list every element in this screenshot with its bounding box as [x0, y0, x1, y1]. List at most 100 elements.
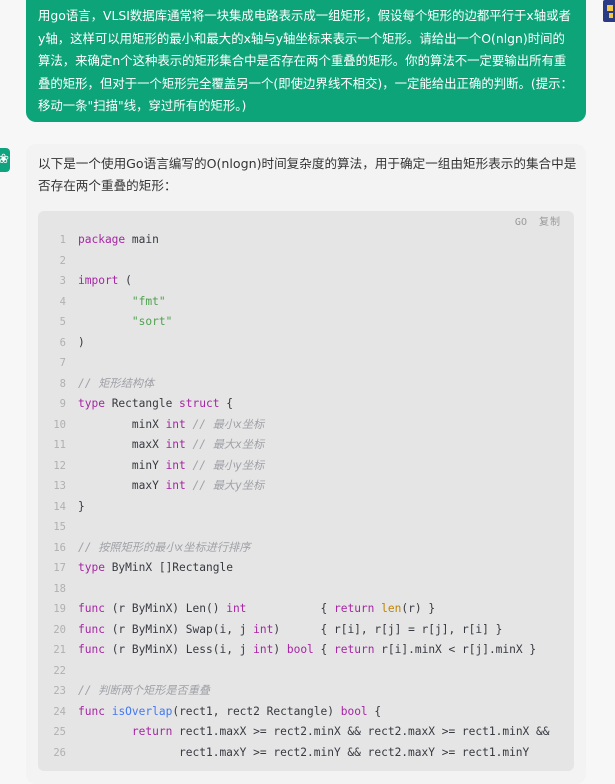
line-number: 25 — [53, 726, 66, 738]
code-token: rect1.maxY >= rect2.minY && rect2.maxY >… — [78, 745, 530, 759]
code-line: 7 — [38, 353, 574, 374]
line-number: 19 — [53, 603, 66, 615]
code-line: 9 type Rectangle struct { — [38, 394, 574, 415]
code-token: ( — [118, 274, 132, 287]
code-token: { — [219, 397, 233, 410]
line-number: 23 — [53, 685, 66, 697]
line-number: 10 — [53, 418, 66, 431]
code-line: 20 func (r ByMinX) Swap(i, j int) { r[i],… — [38, 620, 574, 641]
code-token: // 判断两个矩形是否重叠 — [78, 684, 211, 697]
code-line: 17 type ByMinX []Rectangle — [38, 558, 574, 579]
code-line: 6) — [38, 333, 574, 354]
code-token: return — [131, 725, 173, 738]
copy-code-button[interactable]: 复制 — [539, 217, 561, 228]
code-token: len — [381, 602, 402, 615]
code-line: 8 // 矩形结构体 — [38, 374, 574, 395]
code-line: 5 "sort" — [38, 312, 574, 333]
code-token: func — [78, 622, 105, 636]
code-token: ) { r[i], r[j] = r[j], r[i] } — [273, 622, 503, 636]
code-token: // 最小x坐标 — [185, 417, 265, 431]
line-number: 20 — [53, 623, 66, 636]
code-token: int — [165, 438, 186, 451]
code-block: GO 复制 1 package main 2 3 import (4 "fmt" 5 "s… — [38, 211, 574, 771]
line-number: 26 — [53, 746, 66, 759]
code-token: isOverlap — [111, 704, 173, 718]
code-token: func — [78, 643, 105, 656]
code-token: import — [78, 274, 119, 287]
code-token: { — [313, 643, 335, 656]
code-toolbar: GO 复制 — [509, 215, 561, 231]
code-token: // 最大y坐标 — [185, 479, 265, 492]
line-number: 6 — [59, 336, 66, 349]
line-number: 15 — [53, 521, 66, 533]
line-number: 5 — [59, 316, 66, 328]
code-token: ) — [78, 335, 85, 349]
line-number: 17 — [53, 562, 66, 574]
code-token: rect1.maxX >= rect2.minX && rect2.maxX >… — [172, 725, 550, 738]
code-line: 12 minY int // 最小y坐标 — [38, 456, 574, 477]
code-token: { — [367, 704, 382, 718]
assistant-intro-text: 以下是一个使用Go语言编写的O(nlogn)时间复杂度的算法，用于确定一组由矩形… — [38, 156, 577, 193]
code-lines: 1 package main 2 3 import (4 "fmt" 5 "sort" 6)… — [38, 230, 574, 763]
line-number: 24 — [53, 705, 66, 718]
code-line: 24 func isOverlap(rect1, rect2 Rectangle)… — [38, 702, 574, 723]
line-number: 21 — [53, 644, 66, 656]
line-number: 22 — [53, 664, 66, 677]
line-number: 16 — [53, 541, 66, 554]
code-token: (r ByMinX) Less(i, j — [104, 643, 254, 656]
code-token: // 最大x坐标 — [185, 438, 265, 451]
code-token: maxX — [78, 438, 166, 451]
line-number: 3 — [59, 275, 66, 287]
user-avatar — [603, 0, 615, 22]
code-token: r[i].minX < r[j].minX } — [374, 643, 537, 656]
code-token: main — [125, 233, 159, 246]
code-token: func — [78, 602, 105, 615]
line-number: 11 — [53, 439, 66, 451]
code-line: 4 "fmt" — [38, 292, 574, 313]
code-line: 22 — [38, 661, 574, 682]
line-number: 7 — [59, 357, 66, 369]
code-line: 16 // 按照矩形的最小x坐标进行排序 — [38, 538, 574, 559]
code-line: 11 maxX int // 最大x坐标 — [38, 435, 574, 456]
code-line: 2 — [38, 251, 574, 272]
code-token: Rectangle — [104, 397, 180, 410]
code-line: 13 maxY int // 最大y坐标 — [38, 476, 574, 497]
code-token: (r ByMinX) Len() — [104, 602, 227, 615]
code-line: 19 func (r ByMinX) Len() int { return len… — [38, 599, 574, 620]
line-number: 2 — [59, 254, 66, 267]
code-token: (r ByMinX) Swap(i, j — [104, 622, 254, 636]
code-token: int — [253, 622, 274, 636]
code-line: 18 — [38, 579, 574, 600]
code-token: return — [334, 643, 375, 656]
code-token: maxY — [78, 479, 166, 492]
code-token: type — [78, 561, 105, 574]
code-line: 15 — [38, 517, 574, 538]
code-token: int — [165, 479, 186, 492]
code-token: "fmt" — [131, 294, 166, 308]
line-number: 1 — [59, 234, 66, 246]
code-token: (r) } — [401, 602, 436, 615]
code-token: struct — [179, 397, 220, 410]
code-token: minY — [78, 458, 166, 472]
code-token: ) — [273, 643, 287, 656]
code-line: 1 package main — [38, 230, 574, 251]
code-token: bool — [286, 643, 314, 656]
code-line: 14} — [38, 497, 574, 518]
user-message-text: 用go语言，VLSI数据库通常将一块集成电路表示成一组矩形，假设每个矩形的边都平… — [38, 8, 573, 113]
line-number: 14 — [53, 500, 66, 513]
code-token: func — [78, 704, 105, 718]
code-token: } — [78, 499, 85, 513]
line-number: 13 — [53, 480, 66, 492]
line-number: 18 — [53, 582, 66, 595]
code-line: 25 return rect1.maxX >= rect2.minX && re… — [38, 722, 574, 743]
code-language-label: GO — [514, 217, 527, 228]
code-token: "sort" — [131, 315, 173, 328]
line-number: 12 — [53, 459, 66, 472]
code-token: // 最小y坐标 — [185, 458, 265, 472]
user-message-bubble: 用go语言，VLSI数据库通常将一块集成电路表示成一组矩形，假设每个矩形的边都平… — [26, 0, 586, 122]
code-token: { — [246, 602, 334, 615]
